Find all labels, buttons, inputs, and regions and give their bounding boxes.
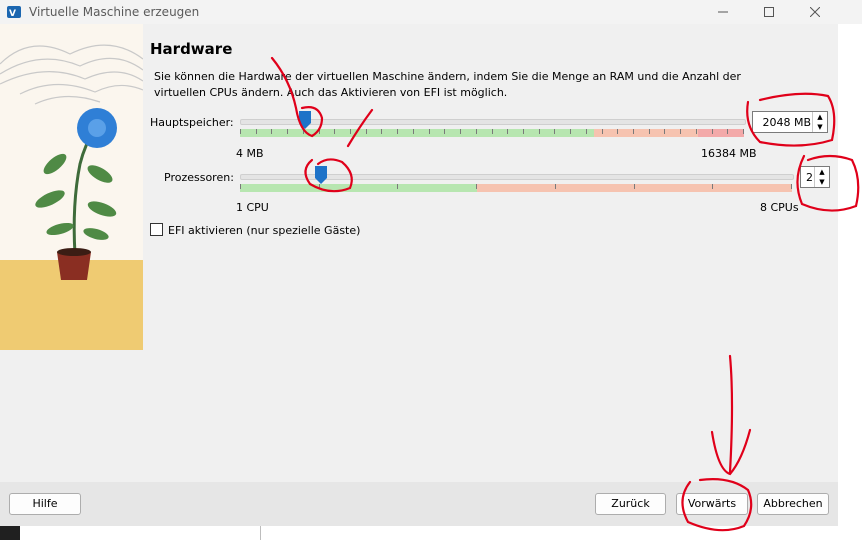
- memory-max-label: 16384 MB: [701, 147, 757, 160]
- slider-tick: [539, 129, 540, 134]
- slider-tick: [319, 129, 320, 134]
- memory-label: Hauptspeicher:: [150, 116, 234, 129]
- slider-tick: [617, 129, 618, 134]
- slider-tick: [444, 129, 445, 134]
- title-bar: V Virtuelle Maschine erzeugen: [0, 0, 862, 24]
- processors-value[interactable]: 2: [806, 171, 813, 184]
- slider-tick: [366, 129, 367, 134]
- wizard-illustration: [0, 24, 144, 350]
- spin-up-icon[interactable]: ▲: [813, 112, 827, 122]
- processors-label: Prozessoren:: [164, 171, 234, 184]
- slider-tick: [397, 184, 398, 189]
- efi-label[interactable]: EFI aktivieren (nur spezielle Gäste): [168, 224, 360, 237]
- slider-tick: [680, 129, 681, 134]
- slider-tick: [743, 129, 744, 134]
- svg-text:V: V: [9, 9, 16, 19]
- spin-down-icon[interactable]: ▼: [813, 122, 827, 132]
- page-description: Sie können die Hardware der virtuellen M…: [154, 70, 741, 99]
- slider-tick: [287, 129, 288, 134]
- memory-min-label: 4 MB: [236, 147, 264, 160]
- memory-value[interactable]: 2048 MB: [762, 116, 811, 129]
- memory-ticks: [240, 129, 744, 137]
- slider-tick: [586, 129, 587, 134]
- slider-tick: [633, 129, 634, 134]
- slider-tick: [554, 129, 555, 134]
- slider-tick: [476, 184, 477, 189]
- taskbar-corner: [0, 526, 20, 540]
- memory-spin-arrows[interactable]: ▲ ▼: [812, 112, 827, 132]
- slider-tick: [727, 129, 728, 134]
- slider-tick: [696, 129, 697, 134]
- taskbar-divider: [260, 526, 261, 540]
- minimize-button[interactable]: [700, 0, 746, 24]
- close-icon: [810, 7, 820, 17]
- maximize-icon: [764, 7, 774, 17]
- slider-tick: [664, 129, 665, 134]
- slider-tick: [476, 129, 477, 134]
- slider-tick: [507, 129, 508, 134]
- help-button[interactable]: Hilfe: [9, 493, 81, 515]
- close-button[interactable]: [792, 0, 838, 24]
- memory-slider-track[interactable]: [240, 119, 746, 125]
- slider-tick: [350, 129, 351, 134]
- slider-tick: [319, 184, 320, 189]
- slider-tick: [570, 129, 571, 134]
- spin-down-icon[interactable]: ▼: [815, 177, 829, 187]
- right-background: [838, 24, 862, 540]
- slider-tick: [271, 129, 272, 134]
- slider-tick: [334, 129, 335, 134]
- minimize-icon: [718, 11, 728, 13]
- processors-spin-arrows[interactable]: ▲ ▼: [814, 167, 829, 187]
- slider-tick: [712, 184, 713, 189]
- slider-tick: [240, 184, 241, 189]
- next-button[interactable]: Vorwärts: [676, 493, 748, 515]
- slider-tick: [397, 129, 398, 134]
- slider-tick: [413, 129, 414, 134]
- maximize-button[interactable]: [746, 0, 792, 24]
- slider-tick: [523, 129, 524, 134]
- taskbar-edge: [0, 526, 838, 540]
- slider-tick: [555, 184, 556, 189]
- processors-min-label: 1 CPU: [236, 201, 269, 214]
- cancel-button[interactable]: Abbrechen: [757, 493, 829, 515]
- slider-tick: [649, 129, 650, 134]
- processors-max-label: 8 CPUs: [760, 201, 799, 214]
- slider-tick: [303, 129, 304, 134]
- memory-spinbox[interactable]: 2048 MB ▲ ▼: [752, 111, 828, 133]
- slider-tick: [791, 184, 792, 189]
- processors-slider-handle[interactable]: [315, 166, 327, 184]
- window-title: Virtuelle Maschine erzeugen: [29, 5, 200, 19]
- back-button[interactable]: Zurück: [595, 493, 666, 515]
- slider-tick: [429, 129, 430, 134]
- slider-tick: [240, 129, 241, 134]
- slider-tick: [381, 129, 382, 134]
- slider-tick: [634, 184, 635, 189]
- slider-tick: [712, 129, 713, 134]
- virtualbox-icon: V: [6, 4, 22, 20]
- slider-tick: [256, 129, 257, 134]
- spin-up-icon[interactable]: ▲: [815, 167, 829, 177]
- processors-ticks: [240, 184, 792, 192]
- slider-tick: [492, 129, 493, 134]
- efi-checkbox[interactable]: [150, 223, 163, 236]
- slider-tick: [602, 129, 603, 134]
- page-title: Hardware: [150, 40, 233, 58]
- memory-slider-handle[interactable]: [299, 111, 311, 129]
- slider-tick: [460, 129, 461, 134]
- processors-spinbox[interactable]: 2 ▲ ▼: [800, 166, 830, 188]
